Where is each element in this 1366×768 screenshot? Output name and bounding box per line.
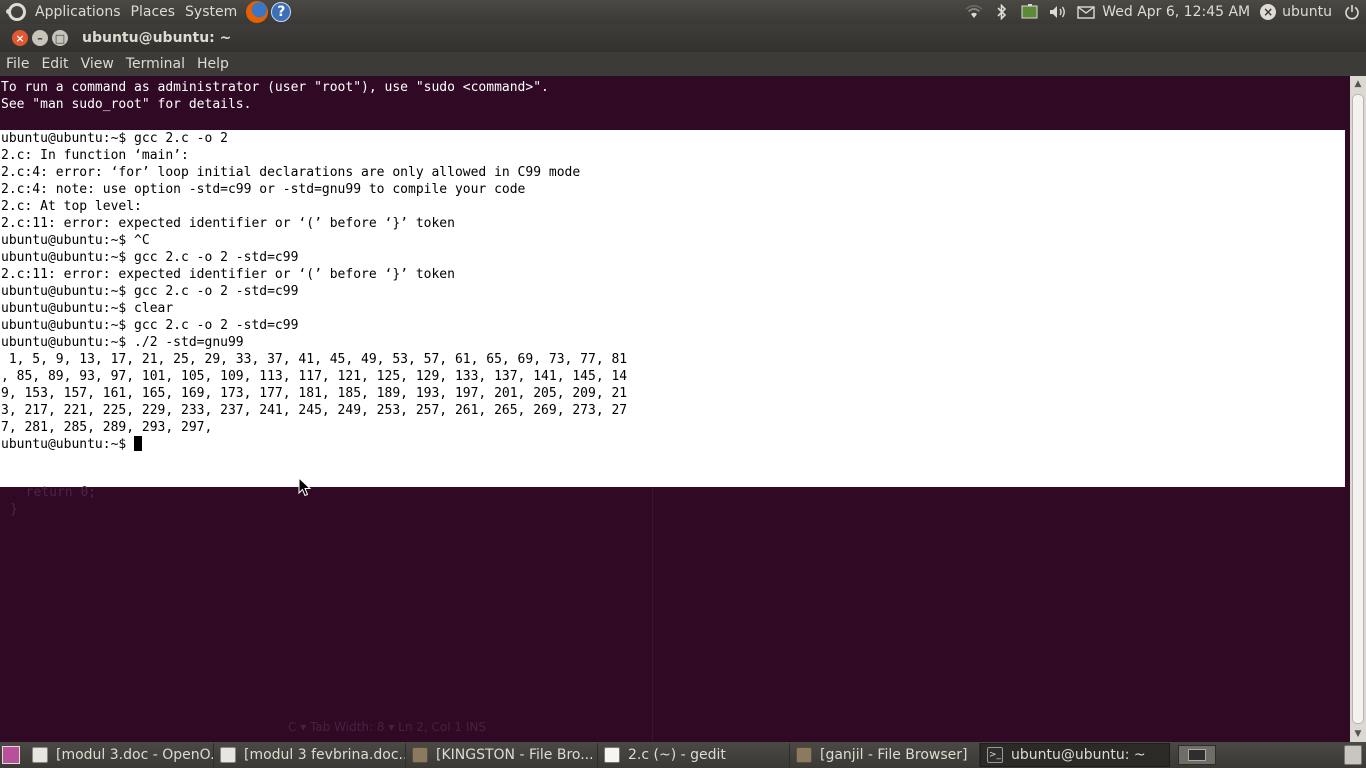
user-status-icon[interactable]: × bbox=[1260, 4, 1277, 20]
menu-terminal[interactable]: Terminal bbox=[120, 56, 191, 72]
taskbar-item-gedit[interactable]: 2.c (~) - gedit bbox=[598, 743, 790, 767]
menu-applications[interactable]: Applications bbox=[30, 0, 126, 24]
terminal-line: ubuntu@ubuntu:~$ clear bbox=[1, 301, 174, 316]
terminal-line: 2.c:11: error: expected identifier or ‘(… bbox=[1, 216, 455, 231]
ubuntu-logo-icon[interactable] bbox=[6, 3, 26, 21]
terminal-line: 7, 281, 285, 289, 293, 297, bbox=[1, 420, 213, 435]
terminal-prompt: ubuntu@ubuntu:~$ bbox=[1, 437, 135, 452]
terminal-line: 2.c:11: error: expected identifier or ‘(… bbox=[1, 267, 455, 282]
terminal-line: ubuntu@ubuntu:~$ gcc 2.c -o 2 bbox=[1, 131, 228, 146]
terminal-view[interactable]: To run a command as administrator (user … bbox=[0, 76, 1350, 742]
terminal-line: ubuntu@ubuntu:~$ gcc 2.c -o 2 -std=c99 bbox=[1, 284, 299, 299]
volume-icon[interactable] bbox=[1044, 0, 1072, 24]
bluetooth-icon[interactable] bbox=[988, 0, 1016, 24]
background-ghost-code: return 0; } bbox=[10, 485, 97, 517]
terminal-line: 9, 153, 157, 161, 165, 169, 173, 177, 18… bbox=[1, 386, 628, 401]
taskbar-item-modul-3-doc[interactable]: [modul 3.doc - OpenO... bbox=[26, 743, 214, 767]
window-minimize-button[interactable]: – bbox=[32, 30, 48, 46]
terminal-line: 2.c: At top level: bbox=[1, 199, 142, 214]
terminal-line: ubuntu@ubuntu:~$ ./2 -std=gnu99 bbox=[1, 335, 244, 350]
panel-tray: Wed Apr 6, 12:45 AM × ubuntu bbox=[960, 0, 1366, 24]
panel-user-name[interactable]: ubuntu bbox=[1280, 4, 1338, 20]
menu-file[interactable]: File bbox=[0, 56, 35, 72]
trash-icon[interactable] bbox=[1344, 745, 1362, 765]
taskbar-item-terminal[interactable]: >_ ubuntu@ubuntu: ~ bbox=[980, 743, 1170, 767]
scroll-down-arrow-icon[interactable]: ▼ bbox=[1350, 726, 1366, 742]
terminal-cursor bbox=[134, 436, 143, 451]
terminal-line: , 85, 89, 93, 97, 101, 105, 109, 113, 11… bbox=[1, 369, 628, 384]
window-maximize-button[interactable]: □ bbox=[52, 30, 68, 46]
menu-view[interactable]: View bbox=[75, 56, 120, 72]
terminal-line: See "man sudo_root" for details. bbox=[1, 97, 252, 112]
panel-clock[interactable]: Wed Apr 6, 12:45 AM bbox=[1100, 4, 1260, 20]
terminal-line: 1, 5, 9, 13, 17, 21, 25, 29, 33, 37, 41,… bbox=[1, 352, 628, 367]
terminal-line: 2.c:4: error: ‘for’ loop initial declara… bbox=[1, 165, 581, 180]
terminal-line: ubuntu@ubuntu:~$ gcc 2.c -o 2 -std=c99 bbox=[1, 318, 299, 333]
power-icon[interactable] bbox=[1338, 0, 1366, 24]
task-label: [KINGSTON - File Bro... bbox=[436, 747, 594, 763]
workspace-switcher[interactable] bbox=[1178, 745, 1216, 765]
menu-places[interactable]: Places bbox=[126, 0, 181, 24]
terminal-scrollbar[interactable]: ▲ ▼ bbox=[1350, 76, 1366, 742]
task-label: 2.c (~) - gedit bbox=[628, 747, 726, 763]
taskbar-item-ganjil-file-browser[interactable]: [ganjil - File Browser] bbox=[790, 743, 980, 767]
mail-icon[interactable] bbox=[1072, 0, 1100, 24]
workspace-window-preview bbox=[1188, 749, 1206, 761]
terminal-line: 2.c: In function ‘main’: bbox=[1, 148, 189, 163]
background-ghost-divider bbox=[652, 487, 653, 742]
menu-help[interactable]: Help bbox=[191, 56, 235, 72]
background-ghost-status: C ▾ Tab Width: 8 ▾ Ln 2, Col 1 INS bbox=[288, 720, 486, 734]
taskbar-item-kingston-file-browser[interactable]: [KINGSTON - File Bro... bbox=[406, 743, 598, 767]
terminal-line: 3, 217, 221, 225, 229, 233, 237, 241, 24… bbox=[1, 403, 628, 418]
mouse-pointer-icon bbox=[298, 477, 312, 497]
taskbar-item-modul-3-fevbrina[interactable]: [modul 3 fevbrina.doc... bbox=[214, 743, 406, 767]
show-desktop-icon[interactable] bbox=[2, 746, 20, 764]
terminal-line: ubuntu@ubuntu:~$ gcc 2.c -o 2 -std=c99 bbox=[1, 250, 299, 265]
window-title: ubuntu@ubuntu: ~ bbox=[82, 30, 232, 46]
terminal-line: To run a command as administrator (user … bbox=[1, 80, 549, 95]
help-launcher-icon[interactable]: ? bbox=[271, 2, 292, 22]
terminal-line: 2.c:4: note: use option -std=c99 or -std… bbox=[1, 182, 526, 197]
window-close-button[interactable]: × bbox=[12, 30, 28, 46]
panel-menus: Applications Places System bbox=[30, 0, 242, 24]
terminal-prompt-line[interactable]: ubuntu@ubuntu:~$ bbox=[1, 436, 1345, 453]
terminal-icon: >_ bbox=[987, 747, 1003, 763]
bottom-taskbar: [modul 3.doc - OpenO... [modul 3 fevbrin… bbox=[0, 742, 1366, 768]
scroll-up-arrow-icon[interactable]: ▲ bbox=[1350, 76, 1366, 92]
top-panel: Applications Places System ? Wed Apr 6, … bbox=[0, 0, 1366, 24]
battery-icon[interactable] bbox=[1016, 0, 1044, 24]
window-titlebar[interactable]: × – □ ubuntu@ubuntu: ~ bbox=[0, 24, 1366, 52]
folder-icon bbox=[796, 747, 812, 763]
scrollbar-thumb[interactable] bbox=[1352, 94, 1364, 724]
task-label: ubuntu@ubuntu: ~ bbox=[1011, 747, 1146, 763]
menu-edit[interactable]: Edit bbox=[35, 56, 74, 72]
task-label: [modul 3 fevbrina.doc... bbox=[244, 747, 406, 763]
menu-system[interactable]: System bbox=[180, 0, 242, 24]
task-label: [ganjil - File Browser] bbox=[820, 747, 968, 763]
document-icon bbox=[32, 747, 48, 763]
terminal-line: ubuntu@ubuntu:~$ ^C bbox=[1, 233, 150, 248]
folder-icon bbox=[412, 747, 428, 763]
terminal-selection[interactable]: ubuntu@ubuntu:~$ gcc 2.c -o 2 2.c: In fun… bbox=[0, 130, 1345, 487]
task-label: [modul 3.doc - OpenO... bbox=[56, 747, 214, 763]
wifi-icon[interactable] bbox=[960, 0, 988, 24]
terminal-menubar: File Edit View Terminal Help bbox=[0, 52, 1366, 76]
text-editor-icon bbox=[604, 747, 620, 763]
terminal-header-text: To run a command as administrator (user … bbox=[0, 76, 1350, 113]
firefox-launcher-icon[interactable] bbox=[246, 1, 269, 23]
document-icon bbox=[220, 747, 236, 763]
terminal-selected-text: ubuntu@ubuntu:~$ gcc 2.c -o 2 2.c: In fun… bbox=[0, 130, 1345, 453]
